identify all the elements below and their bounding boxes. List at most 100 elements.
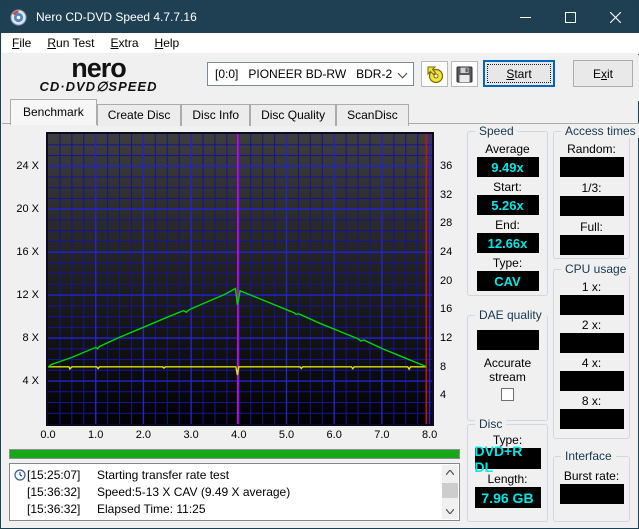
log-line: [15:36:32] Speed:5-13 X CAV (9.49 X avera… [27, 484, 291, 499]
log-line: [15:25:07] Starting transfer rate test [13, 466, 441, 483]
y-axis-label: 12 X [16, 289, 39, 302]
speed-value: 5.26x [476, 195, 539, 215]
x-axis-label: 5.0 [278, 429, 295, 441]
exit-button-label: Exit [592, 66, 613, 81]
start-button[interactable]: Start [483, 60, 555, 87]
cpu-usage-panel: CPU usage 1 x: 2 x: 4 x: 8 x: [553, 262, 631, 439]
save-button[interactable] [451, 61, 478, 87]
benchmark-chart-svg [48, 134, 432, 424]
tab-create-disc[interactable]: Create Disc [96, 104, 182, 126]
y-axis-right-label: 36 [440, 160, 453, 173]
accurate-stream-checkbox[interactable] [501, 388, 514, 401]
drive-select-dropdown[interactable]: [0:0] PIONEER BD-RW BDR-212D 1.00 [207, 62, 414, 86]
drive-select-value: [0:0] PIONEER BD-RW BDR-212D 1.00 [215, 67, 393, 81]
y-axis-label: 4 X [22, 375, 39, 388]
disc-label: Length: [487, 472, 528, 486]
cpu-usage-value [559, 333, 624, 353]
dae-quality-panel: DAE quality Accurate stream [467, 308, 548, 421]
x-axis-label: 8.0 [421, 429, 438, 441]
maximize-icon [565, 11, 576, 23]
close-button[interactable] [593, 1, 638, 33]
y-axis-right-label: 28 [440, 217, 453, 230]
y-axis-label: 8 X [22, 332, 39, 345]
speed-label: End: [495, 218, 520, 232]
scrollbar-thumb[interactable] [442, 483, 458, 498]
interface-panel: Interface Burst rate: [553, 449, 630, 522]
speed-label: Start: [493, 180, 522, 194]
speed-value: 9.49x [476, 157, 539, 177]
progress-bar-fill [10, 450, 459, 458]
benchmark-chart: 24 X 20 X 16 X 12 X 8 X 4 X 36 32 28 24 20 16 12 8 4 … [1, 124, 461, 449]
tab-scandisc[interactable]: ScanDisc [336, 104, 409, 126]
minimize-icon [520, 16, 531, 18]
scroll-up-button[interactable] [442, 465, 458, 480]
toolbar: nero CD·DVD∅SPEED [0:0] PIONEER BD-RW BD… [2, 55, 639, 101]
menu-item-extra[interactable]: Extra [103, 34, 147, 52]
accurate-stream-label: Accurate stream [483, 356, 532, 384]
cpu-usage-label: 1 x: [581, 280, 602, 294]
speed-value: CAV [476, 271, 539, 291]
clock-icon [14, 468, 26, 481]
speed-panel: Speed Average 9.49x Start: 5.26x End: 12.66x T… [467, 124, 548, 296]
speed-value: 12.66x [476, 233, 539, 253]
menu-item-file[interactable]: File [4, 34, 39, 52]
log-scrollbar[interactable] [442, 465, 458, 519]
interface-value [559, 484, 624, 504]
access-times-value [559, 196, 624, 216]
chevron-down-icon [397, 68, 408, 79]
y-axis-label: 16 X [16, 246, 39, 259]
disc-glyph-icon: ∅ [96, 79, 109, 94]
status-log: [15:25:07] Starting transfer rate test [15… [9, 463, 460, 521]
interface-label: Burst rate: [563, 469, 620, 483]
eject-disc-icon [427, 66, 443, 84]
x-axis-label: 4.0 [231, 429, 247, 441]
exit-button[interactable]: Exit [573, 60, 633, 87]
x-axis-label: 1.0 [88, 429, 104, 441]
access-times-value [559, 157, 624, 177]
progress-bar [9, 449, 460, 459]
chevron-down-icon [446, 509, 454, 514]
y-axis-label: 20 X [16, 203, 39, 216]
nero-app-icon [10, 8, 27, 26]
y-axis-right-label: 24 [440, 246, 453, 259]
y-axis-right-labels: 36 32 28 24 20 16 12 8 4 [438, 132, 460, 426]
tab-disc-info[interactable]: Disc Info [181, 104, 251, 126]
maximize-button[interactable] [548, 1, 593, 33]
menu-item-help[interactable]: Help [147, 34, 188, 52]
minimize-button[interactable] [503, 1, 548, 33]
x-axis-label: 0.0 [40, 429, 56, 441]
x-axis-label: 3.0 [183, 429, 199, 441]
close-icon [610, 11, 621, 23]
cpu-usage-label: 4 x: [581, 356, 602, 370]
cpu-usage-label: 2 x: [581, 318, 602, 332]
cpu-usage-value [559, 295, 624, 315]
cpu-usage-value [559, 409, 624, 429]
x-axis-label: 7.0 [374, 429, 390, 441]
tab-disc-quality[interactable]: Disc Quality [250, 104, 337, 126]
menu-item-run-test[interactable]: Run Test [39, 34, 102, 52]
access-times-label: 1/3: [581, 181, 602, 195]
speed-label: Average [485, 142, 530, 156]
plot-area [46, 132, 434, 426]
x-axis-labels: 0.0 1.0 2.0 3.0 4.0 5.0 6.0 7.0 8.0 [40, 429, 437, 443]
access-times-label: Random: [567, 142, 616, 156]
speed-label: Type: [492, 256, 523, 270]
tab-bar: Benchmark Create Disc Disc Info Disc Qualit… [2, 99, 639, 126]
app-window: Nero CD-DVD Speed 4.7.7.16 File Run Test E… [0, 0, 639, 529]
disc-panel: Disc Type: DVD+R DL Length: 7.96 GB [467, 417, 548, 522]
x-axis-label: 2.0 [135, 429, 152, 441]
disc-value: 7.96 GB [474, 487, 541, 508]
start-button-label: Start [506, 66, 532, 81]
eject-button[interactable] [421, 61, 448, 87]
tab-benchmark[interactable]: Benchmark [10, 99, 97, 125]
menu-bar: File Run Test Extra Help [2, 33, 639, 54]
y-axis-right-label: 4 [440, 389, 447, 402]
nero-cdspeed-logo: nero CD·DVD∅SPEED [16, 55, 181, 94]
title-bar: Nero CD-DVD Speed 4.7.7.16 [1, 1, 638, 33]
disc-value: DVD+R DL [474, 443, 541, 475]
y-axis-right-label: 32 [440, 188, 453, 201]
scroll-down-button[interactable] [442, 504, 458, 519]
y-axis-right-label: 16 [440, 303, 453, 316]
access-times-label: Full: [580, 220, 603, 234]
access-times-value [559, 235, 624, 255]
